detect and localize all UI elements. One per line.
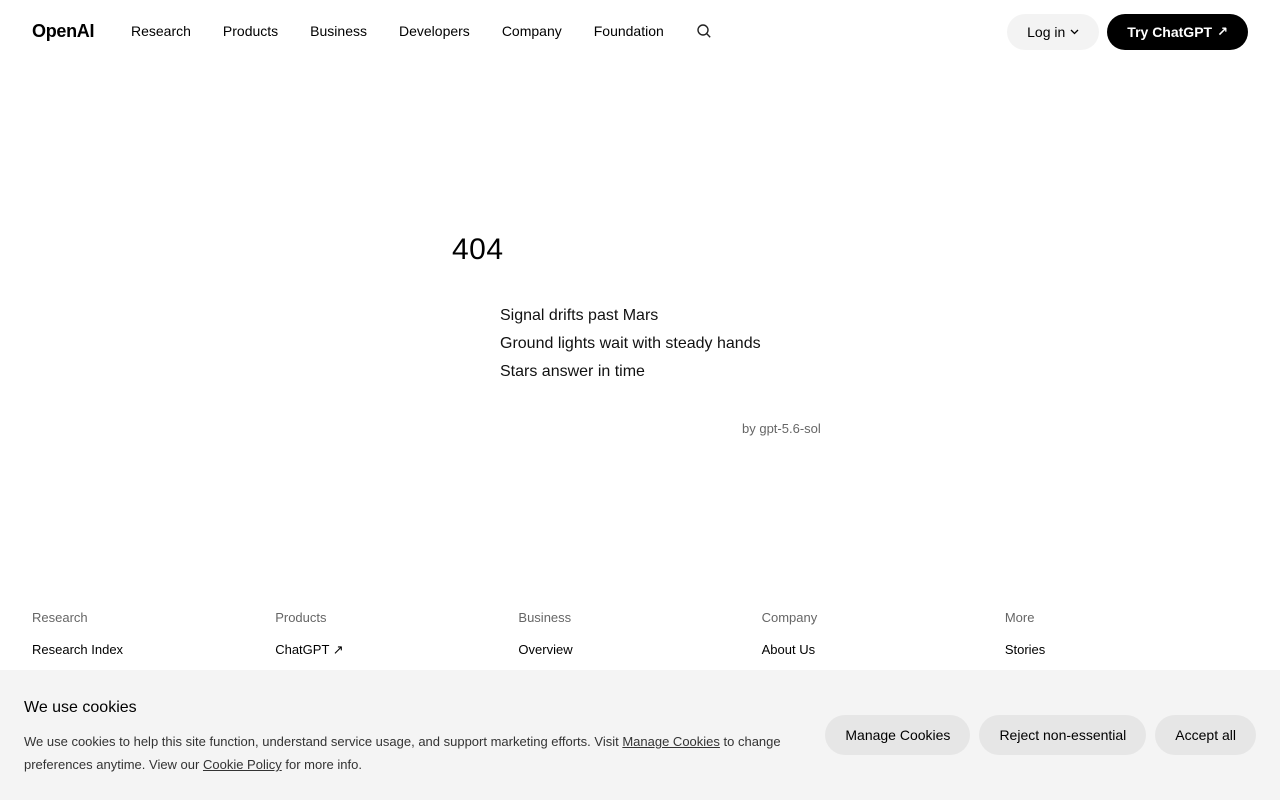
reject-cookies-button[interactable]: Reject non-essential bbox=[979, 715, 1147, 755]
header-actions: Log in Try ChatGPT ↗ bbox=[1007, 14, 1248, 50]
footer-heading: Products bbox=[275, 610, 327, 625]
cookie-text-part: We use cookies to help this site functio… bbox=[24, 734, 623, 749]
footer-heading: Business bbox=[518, 610, 572, 625]
openai-logo[interactable]: OpenAI bbox=[32, 20, 95, 42]
nav-business[interactable]: Business bbox=[310, 22, 367, 40]
external-arrow-icon: ↗ bbox=[1217, 24, 1228, 39]
haiku-line: Stars answer in time bbox=[500, 363, 645, 380]
cookie-description: We use cookies to help this site functio… bbox=[24, 730, 804, 776]
cookie-title: We use cookies bbox=[24, 699, 137, 716]
footer-link-chatgpt[interactable]: ChatGPT ↗ bbox=[275, 642, 518, 658]
footer-col-products: Products ChatGPT ↗ bbox=[275, 610, 518, 658]
nav-developers[interactable]: Developers bbox=[399, 22, 470, 40]
login-label: Log in bbox=[1027, 24, 1066, 40]
haiku-line: Signal drifts past Mars bbox=[500, 307, 659, 324]
login-button[interactable]: Log in bbox=[1007, 14, 1100, 50]
search-icon[interactable] bbox=[696, 23, 712, 39]
footer-col-research: Research Research Index bbox=[32, 610, 275, 658]
cookie-text-part: for more info. bbox=[281, 757, 362, 772]
footer-col-company: Company About Us bbox=[762, 610, 1005, 658]
footer-heading: Research bbox=[32, 610, 88, 625]
manage-cookies-button[interactable]: Manage Cookies bbox=[825, 715, 971, 755]
haiku-line: Ground lights wait with steady hands bbox=[500, 335, 761, 352]
footer-col-business: Business Overview bbox=[518, 610, 761, 658]
footer-col-more: More Stories bbox=[1005, 610, 1248, 658]
nav-research[interactable]: Research bbox=[131, 22, 191, 40]
cookie-banner: We use cookies We use cookies to help th… bbox=[0, 670, 1280, 800]
chevron-down-icon bbox=[1070, 27, 1079, 38]
nav-company[interactable]: Company bbox=[502, 22, 562, 40]
cookie-policy-link[interactable]: Cookie Policy bbox=[203, 757, 282, 772]
footer-heading: More bbox=[1004, 610, 1035, 625]
site-header: OpenAI Research Products Business Develo… bbox=[0, 0, 1280, 64]
manage-cookies-link[interactable]: Manage Cookies bbox=[622, 734, 720, 749]
haiku: Signal drifts past Mars Ground lights wa… bbox=[500, 302, 761, 386]
accept-cookies-button[interactable]: Accept all bbox=[1155, 715, 1256, 755]
footer-link-research-index[interactable]: Research Index bbox=[32, 642, 275, 658]
try-chatgpt-button[interactable]: Try ChatGPT ↗ bbox=[1107, 14, 1248, 50]
footer-columns: Research Research Index Products ChatGPT… bbox=[32, 610, 1248, 658]
footer-link-stories[interactable]: Stories bbox=[1005, 642, 1248, 658]
nav-foundation[interactable]: Foundation bbox=[594, 22, 664, 40]
main-nav: Research Products Business Developers Co… bbox=[131, 22, 712, 40]
error-code: 404 bbox=[452, 233, 504, 266]
footer-link-overview[interactable]: Overview bbox=[518, 642, 761, 658]
footer-heading: Company bbox=[761, 610, 818, 625]
byline: by gpt-5.6-sol bbox=[742, 421, 821, 436]
try-chatgpt-label: Try ChatGPT bbox=[1127, 24, 1213, 40]
nav-products[interactable]: Products bbox=[223, 22, 278, 40]
footer-link-about-us[interactable]: About Us bbox=[762, 642, 1005, 658]
cookie-actions: Manage Cookies Reject non-essential Acce… bbox=[816, 715, 1256, 755]
